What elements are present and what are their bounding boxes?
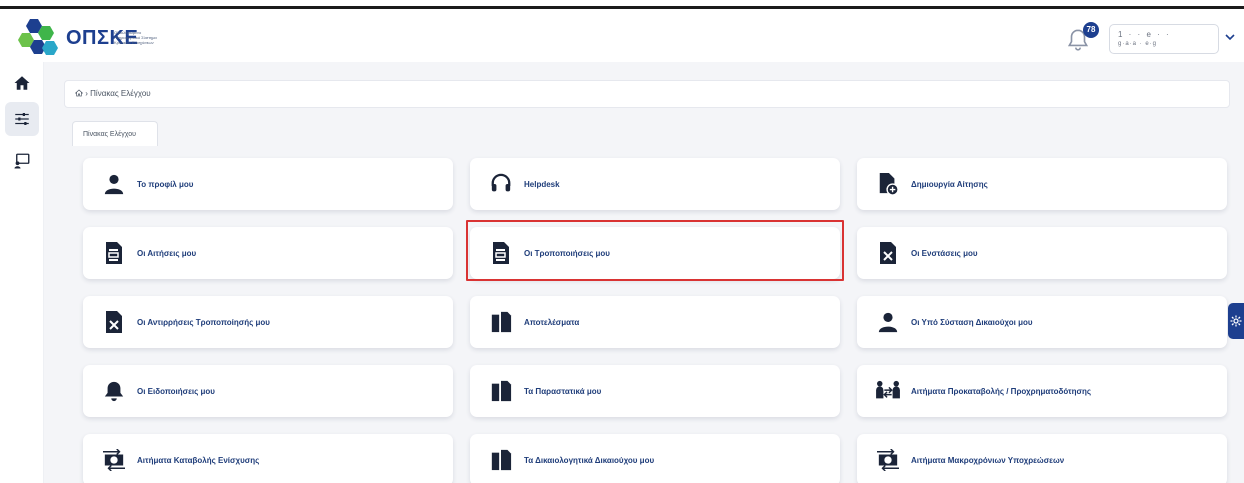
card-label: Οι Αντιρρήσεις Τροποποίησής μου: [137, 317, 270, 327]
home-icon[interactable]: [74, 89, 84, 97]
card-payment-requests[interactable]: Αιτήματα Καταβολής Ενίσχυσης: [83, 434, 453, 483]
file-x-icon: [880, 242, 896, 264]
gear-icon: [1230, 315, 1242, 327]
sidebar: [0, 62, 44, 483]
card-label: Αιτήματα Μακροχρόνιων Υποχρεώσεων: [911, 455, 1065, 465]
files-copy-icon: [491, 380, 512, 402]
card-label: Helpdesk: [524, 179, 560, 189]
card-label: Αποτελέσματα: [524, 317, 580, 327]
document-icon: [106, 242, 122, 264]
card-label: Οι Αιτήσεις μου: [137, 248, 197, 258]
card-label: Τα Δικαιολογητικά Δικαιούχου μου: [524, 455, 655, 465]
tab-label: Πίνακας Ελέγχου: [83, 131, 136, 138]
breadcrumb: › Πίνακας Ελέγχου: [64, 80, 1230, 108]
sidebar-item-presentation[interactable]: [5, 144, 39, 178]
sliders-icon: [15, 113, 29, 125]
card-my-applications[interactable]: Οι Αιτήσεις μου: [83, 227, 453, 279]
files-copy-icon: [491, 311, 512, 333]
card-modification-objections[interactable]: Οι Αντιρρήσεις Τροποποίησής μου: [83, 296, 453, 348]
card-notifications[interactable]: Οι Ειδοποιήσεις μου: [83, 365, 453, 417]
user-name-text: 1 · · e · ·: [1118, 30, 1171, 39]
card-helpdesk[interactable]: Helpdesk: [470, 158, 840, 210]
card-label: Οι Ειδοποιήσεις μου: [137, 386, 215, 396]
breadcrumb-trail: › Πίνακας Ελέγχου: [74, 89, 151, 98]
card-pending-beneficiaries[interactable]: Οι Υπό Σύσταση Δικαιούχοι μου: [857, 296, 1227, 348]
card-create-application[interactable]: Δημιουργία Αίτησης: [857, 158, 1227, 210]
breadcrumb-separator: ›: [85, 89, 88, 98]
file-plus-icon: [879, 173, 899, 196]
files-copy-icon: [491, 449, 512, 471]
card-label: Οι Υπό Σύσταση Δικαιούχοι μου: [911, 317, 1033, 327]
card-results[interactable]: Αποτελέσματα: [470, 296, 840, 348]
card-my-invoices[interactable]: Τα Παραστατικά μου: [470, 365, 840, 417]
screen-user-icon: [14, 153, 30, 169]
card-label: Δημιουργία Αίτησης: [911, 179, 988, 189]
people-exchange-icon: [876, 380, 900, 399]
card-profile[interactable]: Το προφίλ μου: [83, 158, 453, 210]
chevron-down-icon[interactable]: [1225, 32, 1235, 42]
card-label: Το προφίλ μου: [137, 179, 194, 189]
money-transfer-icon: [103, 449, 125, 471]
app-header: ΟΠΣΚΕ Ολοκληρωμένο Πληροφοριακό Σύστημα …: [0, 12, 1244, 62]
home-icon: [14, 76, 30, 90]
user-icon: [104, 174, 124, 195]
breadcrumb-current: Πίνακας Ελέγχου: [90, 89, 151, 98]
sidebar-item-home[interactable]: [5, 66, 39, 100]
user-icon: [878, 312, 898, 333]
logo-subtitle: Ολοκληρωμένο Πληροφοριακό Σύστημα Κρατικ…: [114, 30, 157, 45]
money-transfer-icon: [877, 449, 899, 471]
card-label: Οι Ενστάσεις μου: [911, 248, 978, 258]
card-long-term-obligations[interactable]: Αιτήματα Μακροχρόνιων Υποχρεώσεων: [857, 434, 1227, 483]
bell-icon: [104, 381, 124, 402]
top-border: [0, 0, 1244, 9]
card-label: Αιτήματα Καταβολής Ενίσχυσης: [137, 455, 260, 465]
sidebar-item-dashboard[interactable]: [5, 102, 39, 136]
user-menu[interactable]: 1 · · e · · g·a·a · e·g: [1109, 24, 1219, 54]
tab-dashboard[interactable]: Πίνακας Ελέγχου: [72, 121, 158, 147]
notification-count-badge: 78: [1083, 22, 1099, 38]
card-label: Τα Παραστατικά μου: [524, 386, 602, 396]
opske-logo[interactable]: ΟΠΣΚΕ Ολοκληρωμένο Πληροφοριακό Σύστημα …: [18, 17, 168, 59]
card-advance-requests[interactable]: Αιτήματα Προκαταβολής / Προχρηματοδότηση…: [857, 365, 1227, 417]
card-label: Αιτήματα Προκαταβολής / Προχρηματοδότηση…: [911, 386, 1091, 396]
card-my-objections[interactable]: Οι Ενστάσεις μου: [857, 227, 1227, 279]
highlight-box: [466, 220, 844, 281]
settings-side-tab[interactable]: [1228, 303, 1244, 339]
headset-icon: [491, 173, 511, 192]
file-x-icon: [106, 311, 122, 333]
user-role-text: g·a·a · e·g: [1118, 41, 1158, 47]
hexagon-logo-icon: [18, 19, 58, 55]
card-beneficiary-documents[interactable]: Τα Δικαιολογητικά Δικαιούχου μου: [470, 434, 840, 483]
